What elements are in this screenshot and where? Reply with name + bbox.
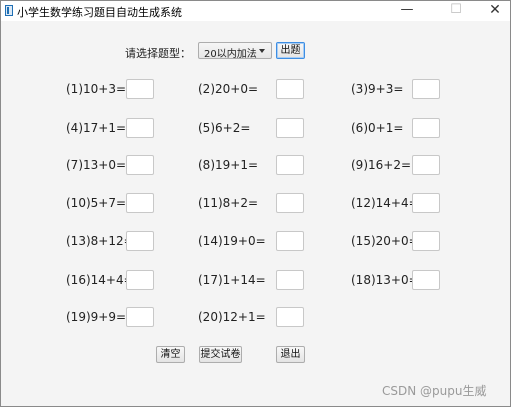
question-label: (9)16+2= — [351, 158, 412, 172]
question-label: (7)13+0= — [66, 158, 127, 172]
answer-input[interactable] — [412, 118, 440, 138]
question-label: (11)8+2= — [198, 196, 259, 210]
app-window: 小学生数学练习题目自动生成系统 — ☐ ✕ 请选择题型： 20以内加法 出题 (… — [0, 0, 511, 407]
exit-button[interactable]: 退出 — [276, 346, 305, 363]
question-label: (18)13+0= — [351, 273, 419, 287]
answer-input[interactable] — [126, 193, 154, 213]
answer-input[interactable] — [412, 155, 440, 175]
answer-input[interactable] — [126, 307, 154, 327]
question-label: (14)19+0= — [198, 234, 266, 248]
question-label: (16)14+4= — [66, 273, 134, 287]
answer-input[interactable] — [276, 270, 304, 290]
watermark: CSDN @pupu生威 — [382, 384, 487, 398]
chevron-down-icon — [259, 49, 265, 53]
question-label: (12)14+4= — [351, 196, 419, 210]
title-bar: 小学生数学练习题目自动生成系统 — ☐ ✕ — [1, 1, 510, 21]
window-title: 小学生数学练习题目自动生成系统 — [17, 6, 182, 19]
answer-input[interactable] — [412, 231, 440, 251]
answer-input[interactable] — [276, 307, 304, 327]
question-type-select[interactable]: 20以内加法 — [198, 42, 272, 60]
question-label: (6)0+1= — [351, 121, 404, 135]
answer-input[interactable] — [276, 79, 304, 99]
question-label: (1)10+3= — [66, 82, 127, 96]
question-label: (13)8+12= — [66, 234, 134, 248]
answer-input[interactable] — [126, 79, 154, 99]
answer-input[interactable] — [412, 79, 440, 99]
question-label: (19)9+9= — [66, 310, 127, 324]
answer-input[interactable] — [412, 270, 440, 290]
answer-input[interactable] — [126, 231, 154, 251]
question-label: (17)1+14= — [198, 273, 266, 287]
answer-input[interactable] — [276, 118, 304, 138]
question-label: (10)5+7= — [66, 196, 127, 210]
question-label: (2)20+0= — [198, 82, 259, 96]
question-label: (4)17+1= — [66, 121, 127, 135]
question-label: (5)6+2= — [198, 121, 251, 135]
app-icon — [5, 5, 13, 16]
clear-button[interactable]: 清空 — [156, 346, 185, 363]
answer-input[interactable] — [126, 118, 154, 138]
question-type-value: 20以内加法 — [204, 49, 257, 60]
question-type-label: 请选择题型： — [125, 47, 191, 60]
answer-input[interactable] — [126, 155, 154, 175]
submit-button[interactable]: 提交试卷 — [199, 346, 242, 363]
answer-input[interactable] — [276, 193, 304, 213]
maximize-button[interactable]: ☐ — [441, 1, 471, 21]
answer-input[interactable] — [276, 231, 304, 251]
question-label: (3)9+3= — [351, 82, 404, 96]
answer-input[interactable] — [126, 270, 154, 290]
question-label: (8)19+1= — [198, 158, 259, 172]
question-label: (15)20+0= — [351, 234, 419, 248]
answer-input[interactable] — [276, 155, 304, 175]
generate-button[interactable]: 出题 — [276, 42, 305, 59]
close-button[interactable]: ✕ — [480, 1, 510, 21]
answer-input[interactable] — [412, 193, 440, 213]
question-label: (20)12+1= — [198, 310, 266, 324]
minimize-button[interactable]: — — [392, 1, 422, 21]
